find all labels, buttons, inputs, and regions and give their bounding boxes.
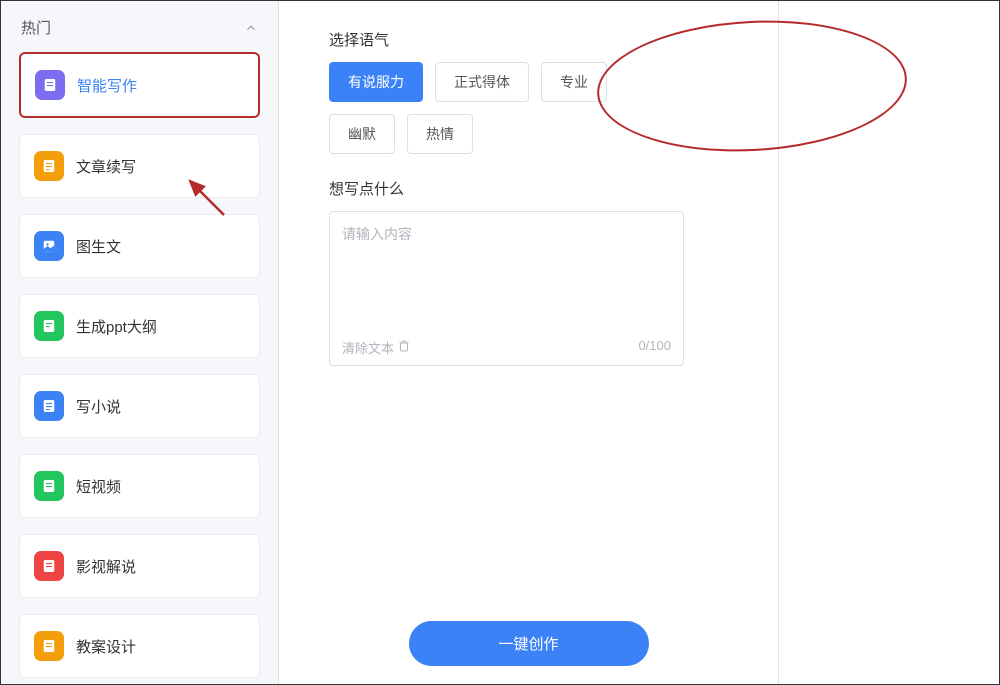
sidebar-list: 智能写作 文章续写 图生文 生成ppt大纲 xyxy=(1,52,278,684)
image-icon xyxy=(34,231,64,261)
sidebar-item-label: 智能写作 xyxy=(77,75,244,96)
tone-formal[interactable]: 正式得体 xyxy=(435,62,529,102)
sidebar-item-label: 文章续写 xyxy=(76,156,245,177)
content-label: 想写点什么 xyxy=(329,178,684,199)
tone-humorous[interactable]: 幽默 xyxy=(329,114,395,154)
sidebar-item-label: 图生文 xyxy=(76,236,245,257)
content-textarea-wrap: 清除文本 0/100 xyxy=(329,211,684,366)
sidebar-item-image-to-text[interactable]: 图生文 xyxy=(19,214,260,278)
document-icon xyxy=(34,551,64,581)
sidebar-item-novel[interactable]: 写小说 xyxy=(19,374,260,438)
sidebar-item-ppt-outline[interactable]: 生成ppt大纲 xyxy=(19,294,260,358)
right-panel xyxy=(779,1,999,684)
sidebar-item-lesson-plan[interactable]: 教案设计 xyxy=(19,614,260,678)
tone-label: 选择语气 xyxy=(329,29,684,50)
sidebar-item-label: 短视频 xyxy=(76,476,245,497)
sidebar: 热门 智能写作 文章续写 图生文 xyxy=(1,1,279,684)
sidebar-item-movie-commentary[interactable]: 影视解说 xyxy=(19,534,260,598)
document-icon xyxy=(35,70,65,100)
tone-persuasive[interactable]: 有说服力 xyxy=(329,62,423,102)
document-icon xyxy=(34,391,64,421)
sidebar-item-label: 写小说 xyxy=(76,396,245,417)
sidebar-item-label: 生成ppt大纲 xyxy=(76,316,245,337)
document-icon xyxy=(34,631,64,661)
document-icon xyxy=(34,471,64,501)
sidebar-item-label: 影视解说 xyxy=(76,556,245,577)
document-icon xyxy=(34,151,64,181)
tone-enthusiastic[interactable]: 热情 xyxy=(407,114,473,154)
chevron-up-icon xyxy=(244,21,258,35)
tone-options: 有说服力 正式得体 专业 幽默 热情 xyxy=(329,62,684,154)
sidebar-item-smart-writing[interactable]: 智能写作 xyxy=(19,52,260,118)
clear-text-button[interactable]: 清除文本 xyxy=(342,338,410,357)
trash-icon xyxy=(398,340,410,355)
tone-professional[interactable]: 专业 xyxy=(541,62,607,102)
main-panel: 选择语气 有说服力 正式得体 专业 幽默 热情 想写点什么 清除文本 xyxy=(279,1,779,684)
sidebar-item-label: 教案设计 xyxy=(76,636,245,657)
sidebar-item-article-continue[interactable]: 文章续写 xyxy=(19,134,260,198)
section-header-hot[interactable]: 热门 xyxy=(1,1,278,52)
sidebar-item-short-video[interactable]: 短视频 xyxy=(19,454,260,518)
section-title: 热门 xyxy=(21,17,51,38)
char-count: 0/100 xyxy=(638,338,671,357)
document-icon xyxy=(34,311,64,341)
content-textarea[interactable] xyxy=(342,224,671,324)
submit-button[interactable]: 一键创作 xyxy=(409,621,649,666)
